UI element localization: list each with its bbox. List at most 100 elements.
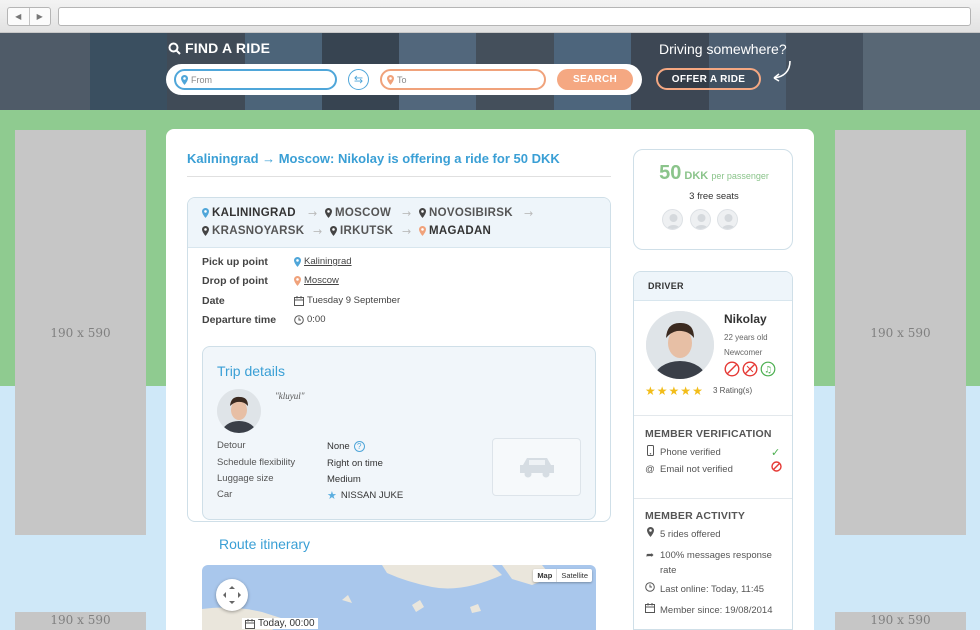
location-pin-icon — [202, 226, 209, 236]
find-ride-title: FIND A RIDE — [168, 40, 270, 56]
location-pin-icon — [330, 226, 337, 236]
calendar-icon — [645, 603, 655, 618]
music-icon: ♫ — [760, 361, 776, 377]
divider — [634, 498, 792, 499]
star-icon: ★ — [692, 384, 703, 398]
ad-left[interactable]: 190 x 590 — [15, 130, 146, 535]
route-city: MAGADAN — [419, 225, 491, 237]
location-pin-icon — [294, 275, 301, 286]
reply-arrow-icon: ➦ — [646, 550, 654, 561]
departure-value: 0:00 — [294, 314, 326, 325]
calendar-icon — [245, 618, 255, 629]
ad-right[interactable]: 190 x 590 — [835, 130, 966, 535]
free-seats: 3 free seats — [689, 191, 739, 202]
search-icon — [168, 42, 181, 55]
route-city: KRASNOYARSK — [202, 225, 304, 237]
phone-icon — [645, 445, 655, 460]
help-icon[interactable]: ? — [353, 441, 365, 452]
not-verified-icon — [771, 461, 782, 475]
response-rate: ➦ 100% messages response rate — [646, 550, 772, 576]
divider — [187, 176, 611, 177]
flexibility-label: Schedule flexibility — [217, 457, 296, 468]
offer-ride-button[interactable]: OFFER A RIDE — [656, 68, 761, 90]
trip-details-title: Trip details — [217, 363, 285, 379]
browser-nav-buttons: ◀ ▶ — [7, 7, 51, 26]
rating-stars: ★ ★ ★ ★ ★ — [645, 384, 703, 398]
back-icon[interactable]: ◀ — [8, 8, 30, 25]
location-pin-icon — [181, 74, 188, 85]
driver-name[interactable]: Nikolay — [724, 312, 767, 326]
page-title: Kaliningrad → Moscow: Nikolay is offerin… — [187, 151, 560, 166]
driver-age: 22 years old — [724, 333, 768, 342]
route-city: MOSCOW — [325, 207, 391, 219]
no-smoking-icon — [724, 361, 740, 377]
seat-icon — [662, 209, 683, 230]
driver-level: Newcomer — [724, 348, 763, 357]
location-pin-icon — [419, 208, 426, 218]
svg-text:♫: ♫ — [764, 366, 772, 376]
browser-toolbar: ◀ ▶ — [0, 0, 980, 33]
star-icon: ★ — [668, 384, 680, 398]
car-photo-placeholder — [492, 438, 581, 496]
search-button[interactable]: SEARCH — [557, 69, 633, 90]
address-bar[interactable] — [58, 7, 971, 26]
arrow-right-icon: → — [402, 225, 412, 238]
ride-card: Kaliningrad → Moscow: Nikolay is offerin… — [166, 129, 814, 630]
pickup-label: Pick up point — [202, 256, 268, 268]
from-input[interactable]: From — [174, 69, 337, 90]
swap-icon[interactable]: ⇆ — [348, 69, 369, 90]
trip-details-panel: Trip details "kluyul" Detour None ? Sche… — [202, 346, 596, 520]
star-icon: ★ — [680, 384, 692, 398]
map-type-map[interactable]: Map — [533, 569, 558, 582]
clock-icon — [645, 582, 655, 597]
driving-prompt: Driving somewhere? — [659, 41, 787, 57]
arrow-right-icon: → — [313, 225, 323, 238]
car-label: Car — [217, 489, 233, 500]
price-panel: 50 DKK per passenger 3 free seats — [633, 149, 793, 250]
car-icon — [519, 458, 554, 478]
ratings-count[interactable]: 3 Rating(s) — [713, 386, 752, 395]
phone-verification: Phone verified — [645, 445, 785, 460]
search-bar: From ⇆ To SEARCH — [166, 64, 642, 95]
location-pin-icon — [645, 527, 655, 542]
arrow-right-icon: → — [524, 207, 534, 220]
map-type-toggle: Map Satellite — [533, 569, 592, 582]
activity-title: MEMBER ACTIVITY — [645, 510, 746, 522]
price: 50 DKK per passenger — [659, 162, 769, 184]
route-itinerary-title: Route itinerary — [219, 536, 311, 552]
divider — [634, 415, 792, 416]
arrow-right-icon: → — [402, 207, 412, 220]
avatar — [217, 389, 261, 433]
route-city: IRKUTSK — [330, 225, 393, 237]
ad-left-bottom[interactable]: 190 x 590 — [15, 612, 146, 630]
date-value: Tuesday 9 September — [294, 295, 400, 306]
arrow-right-icon: → — [308, 207, 318, 220]
curved-arrow-icon — [773, 60, 791, 82]
map-pan-control[interactable] — [216, 579, 248, 611]
luggage-label: Luggage size — [217, 473, 274, 484]
driver-header: DRIVER — [634, 272, 792, 301]
forward-icon[interactable]: ▶ — [30, 8, 51, 25]
flexibility-value: Right on time — [327, 458, 383, 469]
pan-arrows-icon — [223, 586, 241, 604]
detour-value: None ? — [327, 441, 365, 452]
verification-title: MEMBER VERIFICATION — [645, 428, 772, 440]
location-pin-icon — [325, 208, 332, 218]
at-icon: @ — [645, 464, 655, 475]
location-pin-icon — [294, 256, 301, 267]
pickup-value[interactable]: Kaliningrad — [294, 256, 352, 267]
departure-label: Departure time — [202, 314, 277, 326]
clock-icon — [294, 314, 304, 325]
car-value: ★ NISSAN JUKE — [327, 490, 404, 502]
dropoff-value[interactable]: Moscow — [294, 275, 339, 286]
ad-right-bottom[interactable]: 190 x 590 — [835, 612, 966, 630]
map-type-satellite[interactable]: Satellite — [557, 569, 592, 582]
route-city: NOVOSIBIRSK — [419, 207, 513, 219]
star-icon: ★ — [327, 490, 337, 502]
last-online: Last online: Today, 11:45 — [645, 582, 785, 597]
driver-avatar[interactable] — [646, 311, 714, 379]
no-pets-icon — [742, 361, 758, 377]
star-icon: ★ — [656, 384, 668, 398]
to-input[interactable]: To — [380, 69, 546, 90]
location-pin-icon — [387, 74, 394, 85]
